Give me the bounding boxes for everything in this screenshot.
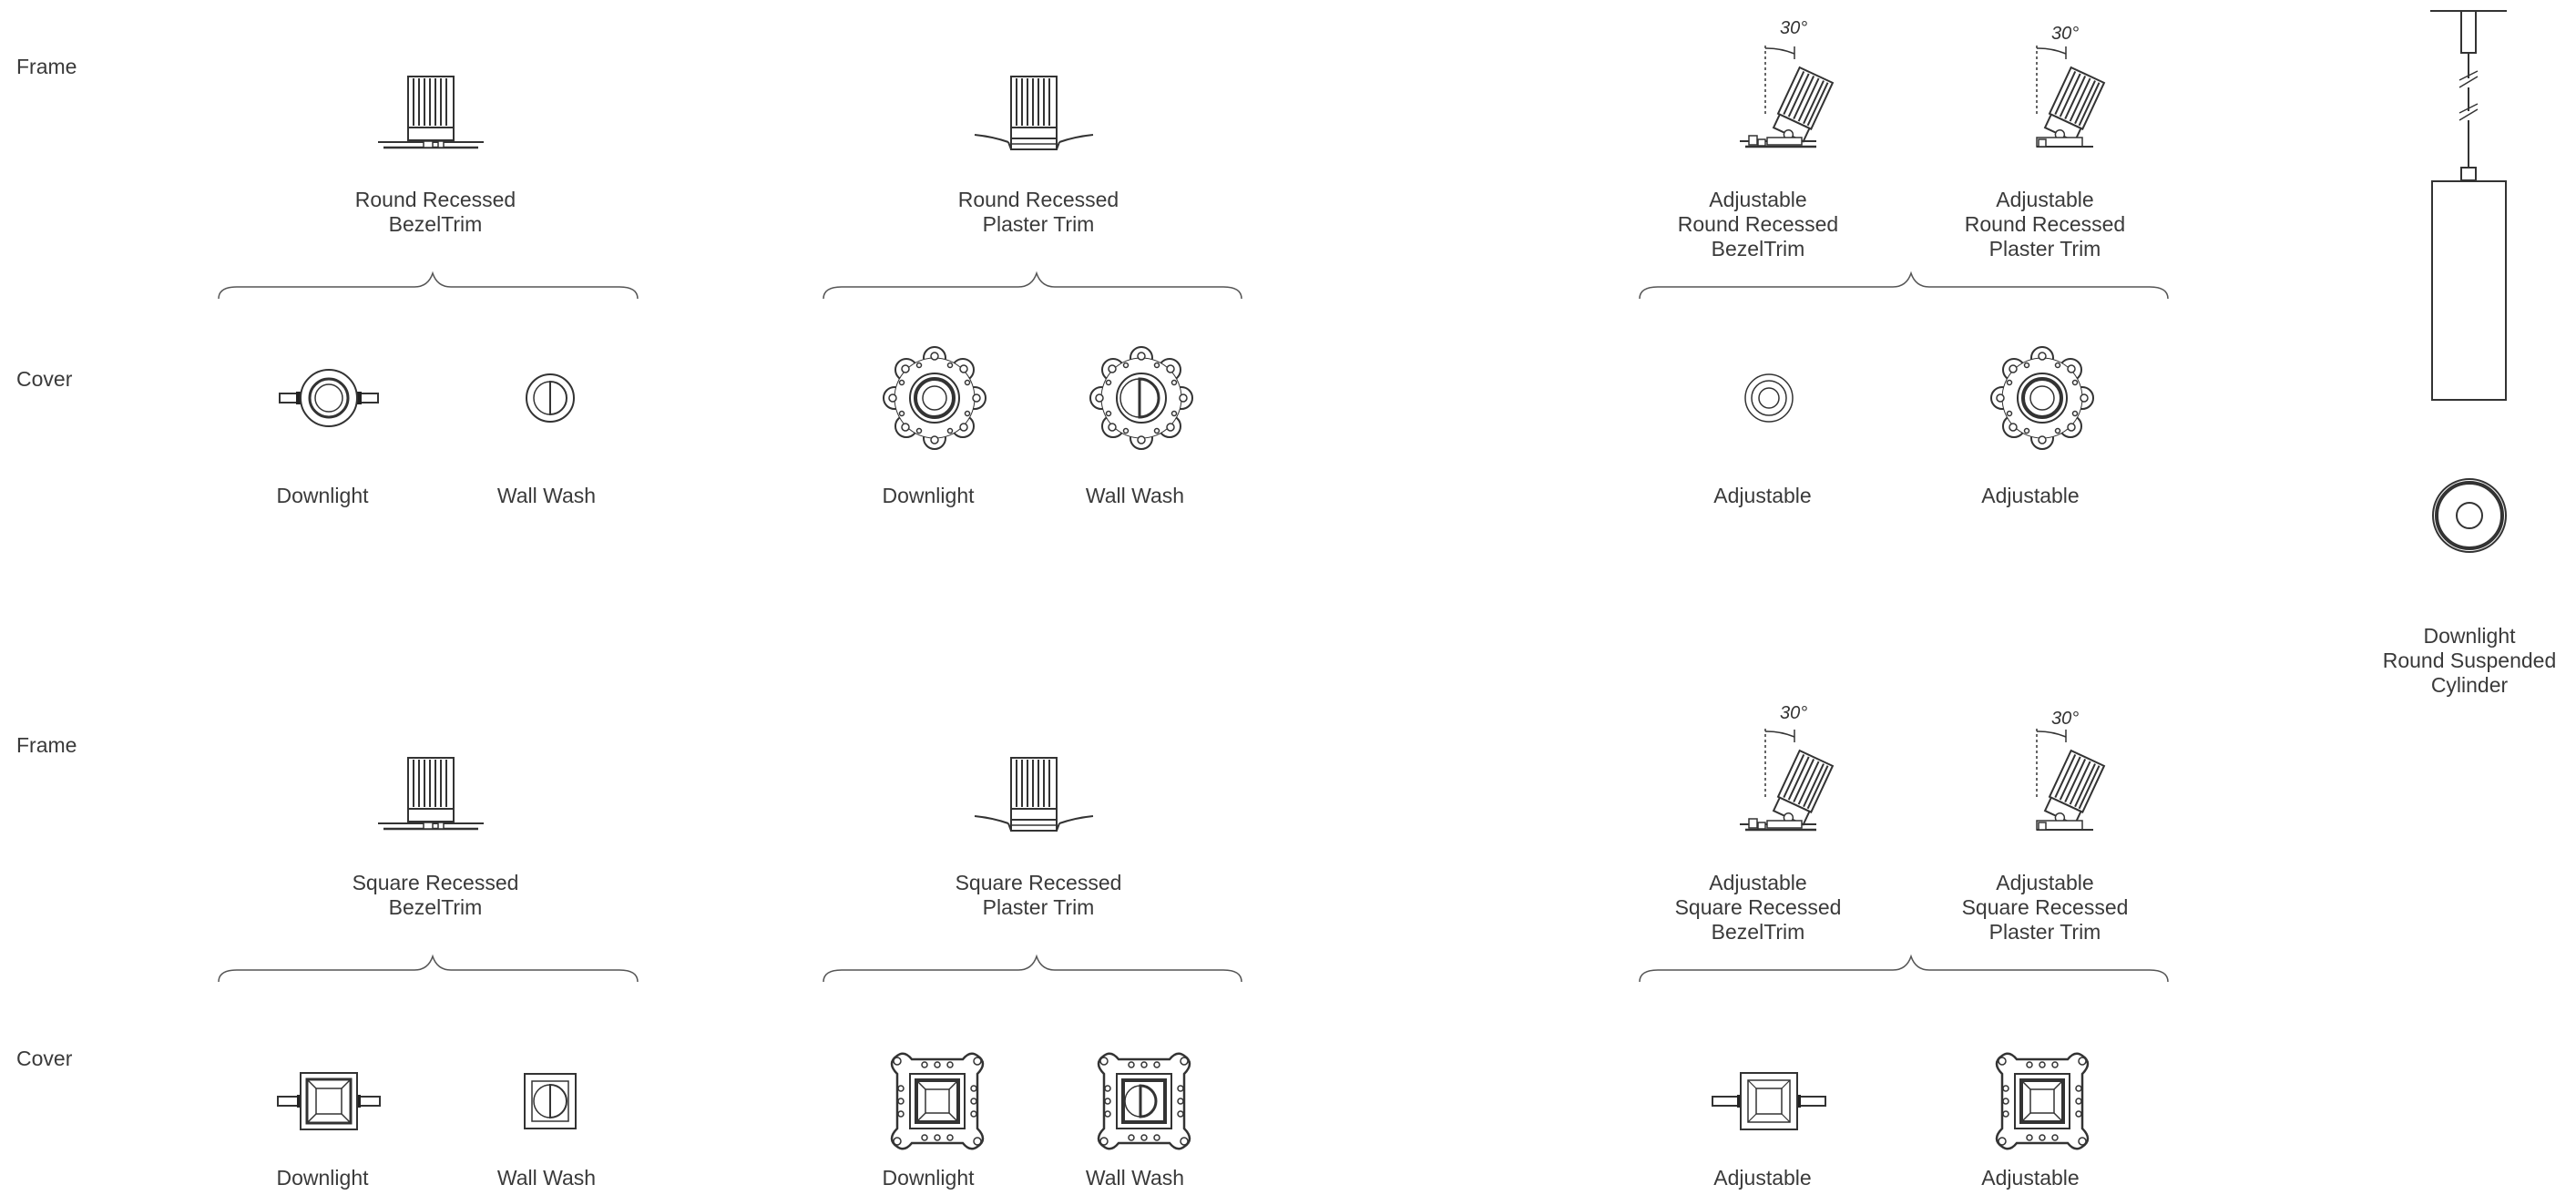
cover-row-label-square: Cover xyxy=(16,1047,73,1070)
square-adjustable-plaster-cover-icon xyxy=(1997,1054,2088,1149)
adjustable-round-bezel-frame-label: Adjustable Round Recessed BezelTrim xyxy=(1677,188,1839,260)
round-adjustable-bezel-label: Adjustable xyxy=(1713,484,1812,507)
square-bezel-downlight-label: Downlight xyxy=(276,1166,369,1190)
adjustable-round-bezel-frame-icon: 30° xyxy=(1740,18,1833,147)
round-adjustable-plaster-label: Adjustable xyxy=(1981,484,2080,507)
round-bezel-downlight-label: Downlight xyxy=(276,484,369,507)
square-bezel-wallwash-cover-icon xyxy=(524,1073,577,1129)
angle-label: 30° xyxy=(1780,18,1807,38)
square-adjustable-bezel-cover-icon xyxy=(1712,1072,1826,1130)
suspended-cylinder-frame-icon xyxy=(2430,10,2507,401)
suspended-cylinder-cover-icon xyxy=(2432,478,2507,553)
square-plaster-downlight-label: Downlight xyxy=(882,1166,975,1190)
square-adjustable-plaster-label: Adjustable xyxy=(1981,1166,2080,1190)
adjustable-square-bezel-frame-icon: 30° xyxy=(1740,703,1833,830)
frame-row-label-round: Frame xyxy=(16,55,77,78)
adjustable-round-plaster-frame-label: Adjustable Round Recessed Plaster Trim xyxy=(1964,188,2126,260)
round-adjustable-plaster-cover-icon xyxy=(1989,345,2095,451)
cover-row-label-round: Cover xyxy=(16,367,73,391)
brace-square-adjustable xyxy=(1639,954,2169,983)
square-plaster-wallwash-label: Wall Wash xyxy=(1085,1166,1185,1190)
round-plaster-wallwash-cover-icon xyxy=(1089,345,1194,451)
round-recessed-bezel-frame-icon xyxy=(378,77,484,148)
brace-round-adjustable xyxy=(1639,271,2169,300)
square-plaster-wallwash-cover-icon xyxy=(1099,1054,1190,1149)
brace-round-plaster xyxy=(823,271,1242,300)
round-bezel-downlight-cover-icon xyxy=(278,368,380,428)
adjustable-square-plaster-frame-icon: 30° xyxy=(2037,709,2104,830)
round-recessed-plaster-frame-label: Round Recessed Plaster Trim xyxy=(957,188,1119,236)
round-recessed-plaster-frame-icon xyxy=(975,77,1093,149)
round-plaster-downlight-label: Downlight xyxy=(882,484,975,507)
square-recessed-plaster-frame-icon xyxy=(975,758,1093,831)
square-adjustable-bezel-label: Adjustable xyxy=(1713,1166,1812,1190)
square-plaster-downlight-cover-icon xyxy=(892,1054,983,1149)
adjustable-square-bezel-frame-label: Adjustable Square Recessed BezelTrim xyxy=(1674,871,1842,944)
frame-row-label-square: Frame xyxy=(16,733,77,757)
round-recessed-bezel-frame-label: Round Recessed BezelTrim xyxy=(354,188,516,236)
adjustable-round-plaster-frame-icon: 30° xyxy=(2037,24,2104,147)
angle-label: 30° xyxy=(2051,709,2079,729)
brace-round-bezel xyxy=(218,271,639,300)
round-plaster-downlight-cover-icon xyxy=(882,345,987,451)
brace-square-bezel xyxy=(218,954,639,983)
product-diagram: Frame Cover Frame Cover 30° 30° 30° 30° xyxy=(16,10,2507,1195)
square-recessed-bezel-frame-icon xyxy=(378,758,484,829)
square-recessed-plaster-frame-label: Square Recessed Plaster Trim xyxy=(955,871,1122,919)
round-suspended-cylinder-label: Downlight Round Suspended Cylinder xyxy=(2382,624,2557,697)
adjustable-square-plaster-frame-label: Adjustable Square Recessed Plaster Trim xyxy=(1961,871,2129,944)
round-adjustable-bezel-cover-icon xyxy=(1744,373,1794,423)
round-bezel-wallwash-cover-icon xyxy=(526,373,575,423)
round-plaster-wallwash-label: Wall Wash xyxy=(1085,484,1185,507)
angle-label: 30° xyxy=(1780,703,1807,723)
round-bezel-wallwash-label: Wall Wash xyxy=(496,484,597,507)
brace-square-plaster xyxy=(823,954,1242,983)
angle-label: 30° xyxy=(2051,24,2079,44)
square-bezel-downlight-cover-icon xyxy=(276,1071,382,1131)
square-recessed-bezel-frame-label: Square Recessed BezelTrim xyxy=(352,871,519,919)
square-bezel-wallwash-label: Wall Wash xyxy=(496,1166,597,1190)
